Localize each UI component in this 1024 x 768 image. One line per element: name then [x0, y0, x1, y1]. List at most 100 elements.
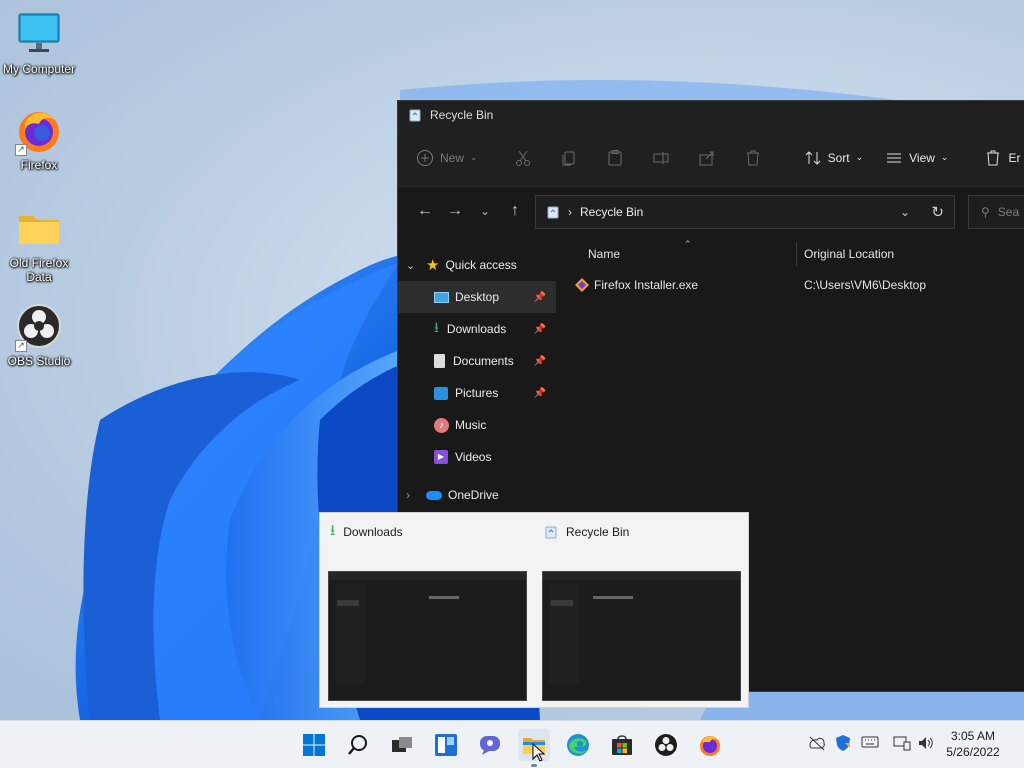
trash-icon: [746, 150, 759, 165]
column-header-name[interactable]: Name ⌃: [556, 239, 796, 261]
new-button[interactable]: New ⌄: [416, 149, 478, 167]
sort-ascending-icon: ⌃: [684, 239, 692, 249]
window-title: Recycle Bin: [430, 108, 494, 122]
search-icon: [348, 735, 367, 755]
thumbnail-image: [328, 571, 527, 701]
search-input[interactable]: ⚲ Sea: [968, 195, 1024, 229]
copy-icon: [562, 151, 575, 165]
view-list-icon: [887, 153, 902, 162]
desktop-icon-obs-studio[interactable]: ↗ OBS Studio: [0, 302, 79, 368]
taskbar-thumbnail-preview: ⭳ Downloads Recycle Bin: [319, 512, 749, 708]
recent-locations-button[interactable]: ⌄: [470, 204, 500, 218]
desktop-icon-label: My Computer: [2, 62, 76, 76]
column-header-original-location[interactable]: Original Location: [797, 247, 894, 261]
volume-icon[interactable]: [917, 735, 935, 754]
start-button[interactable]: [298, 729, 330, 761]
refresh-icon[interactable]: ↻: [931, 203, 944, 221]
documents-icon: [434, 354, 445, 368]
thumbnail-recycle-bin[interactable]: Recycle Bin: [534, 513, 744, 709]
new-button-label: New: [440, 150, 465, 165]
window-titlebar[interactable]: Recycle Bin: [398, 101, 1024, 129]
nav-item-label: Music: [455, 418, 487, 432]
nav-item-desktop[interactable]: Desktop 📌: [398, 281, 556, 313]
view-button-label: View: [909, 150, 935, 165]
back-button[interactable]: ←: [410, 202, 440, 220]
widgets-button[interactable]: [430, 729, 462, 761]
search-button[interactable]: [342, 729, 374, 761]
thumbnail-downloads[interactable]: ⭳ Downloads: [320, 513, 530, 709]
share-button[interactable]: [698, 149, 722, 167]
clock-date: 5/26/2022: [946, 745, 1000, 759]
star-icon: ★: [426, 257, 440, 274]
chevron-down-icon: ⌄: [479, 204, 491, 218]
view-button[interactable]: View ⌄: [885, 149, 948, 167]
address-bar[interactable]: › Recycle Bin ⌄ ↻: [535, 195, 955, 229]
sort-button[interactable]: Sort ⌄: [804, 149, 863, 167]
chat-button[interactable]: [474, 729, 506, 761]
nav-item-documents[interactable]: Documents 📌: [398, 345, 556, 377]
store-icon: [612, 735, 632, 755]
desktop-icon-label: OBS Studio: [7, 354, 71, 368]
file-explorer-button[interactable]: [518, 729, 550, 762]
chevron-right-icon[interactable]: ›: [406, 488, 426, 502]
command-bar: New ⌄ Sort ⌄ View ⌄ Er: [398, 129, 1024, 187]
display-network-icon[interactable]: [893, 735, 911, 754]
chevron-down-icon[interactable]: ⌄: [900, 205, 910, 219]
search-placeholder: Sea: [997, 205, 1020, 219]
security-shield-icon[interactable]: [834, 734, 852, 755]
file-name: Firefox Installer.exe: [594, 278, 699, 292]
cut-button[interactable]: [514, 149, 538, 167]
empty-recycle-bin-button[interactable]: Er: [984, 149, 1020, 167]
shortcut-arrow-icon: ↗: [15, 144, 27, 156]
nav-item-label: Videos: [455, 450, 492, 464]
keyboard-icon[interactable]: [861, 735, 879, 752]
network-offline-icon[interactable]: [808, 735, 826, 754]
nav-item-label: Desktop: [455, 290, 500, 304]
nav-item-onedrive[interactable]: › OneDrive: [398, 479, 556, 511]
downloads-icon: ⭳: [330, 521, 336, 539]
widgets-icon: [435, 734, 457, 756]
breadcrumb-chevron-icon: ›: [568, 205, 572, 219]
table-row[interactable]: Firefox Installer.exe C:\Users\VM6\Deskt…: [556, 269, 1024, 301]
installer-icon: [575, 278, 589, 292]
music-icon: ♪: [434, 417, 449, 433]
up-button[interactable]: ↑: [500, 202, 530, 220]
sort-icon: [805, 150, 820, 165]
task-view-button[interactable]: [386, 729, 418, 761]
desktop-icon-firefox[interactable]: ↗ Firefox: [0, 106, 79, 172]
downloads-icon: ⭳: [434, 319, 439, 335]
edge-button[interactable]: [562, 729, 594, 761]
recycle-bin-icon: [409, 109, 421, 122]
chevron-down-icon[interactable]: ⌄: [406, 259, 426, 272]
nav-item-videos[interactable]: ▶ Videos: [398, 441, 556, 473]
folder-icon: [15, 204, 63, 252]
rename-button[interactable]: [652, 149, 676, 167]
taskbar: 3:05 AM 5/26/2022: [0, 720, 1024, 768]
nav-item-downloads[interactable]: ⭳ Downloads 📌: [398, 313, 556, 345]
forward-button[interactable]: →: [440, 202, 470, 220]
thumbnail-image: [542, 571, 741, 701]
obs-studio-button[interactable]: [650, 729, 682, 761]
videos-icon: ▶: [434, 450, 448, 464]
system-clock[interactable]: 3:05 AM 5/26/2022: [938, 728, 1008, 760]
edge-icon: [567, 734, 589, 756]
nav-item-pictures[interactable]: Pictures 📌: [398, 377, 556, 409]
nav-item-label: Downloads: [446, 322, 507, 336]
firefox-button[interactable]: [694, 729, 726, 761]
nav-item-music[interactable]: ♪ Music: [398, 409, 556, 441]
desktop-icon-old-firefox-data[interactable]: Old Firefox Data: [0, 204, 79, 284]
pictures-icon: [434, 386, 448, 400]
desktop-icon-my-computer[interactable]: My Computer: [0, 10, 79, 76]
trash-icon: [987, 150, 1000, 165]
nav-item-quick-access[interactable]: ⌄ ★ Quick access: [398, 249, 556, 281]
breadcrumb[interactable]: Recycle Bin: [580, 205, 643, 219]
store-button[interactable]: [606, 729, 638, 761]
monitor-icon: [15, 10, 63, 58]
delete-button[interactable]: [744, 149, 768, 167]
paste-button[interactable]: [606, 149, 630, 167]
clock-time: 3:05 AM: [950, 729, 996, 743]
file-name-cell: Firefox Installer.exe: [556, 277, 797, 293]
desktop-icon-label: Old Firefox Data: [9, 256, 69, 284]
thumbnail-title: Downloads: [343, 525, 403, 539]
copy-button[interactable]: [560, 149, 584, 167]
